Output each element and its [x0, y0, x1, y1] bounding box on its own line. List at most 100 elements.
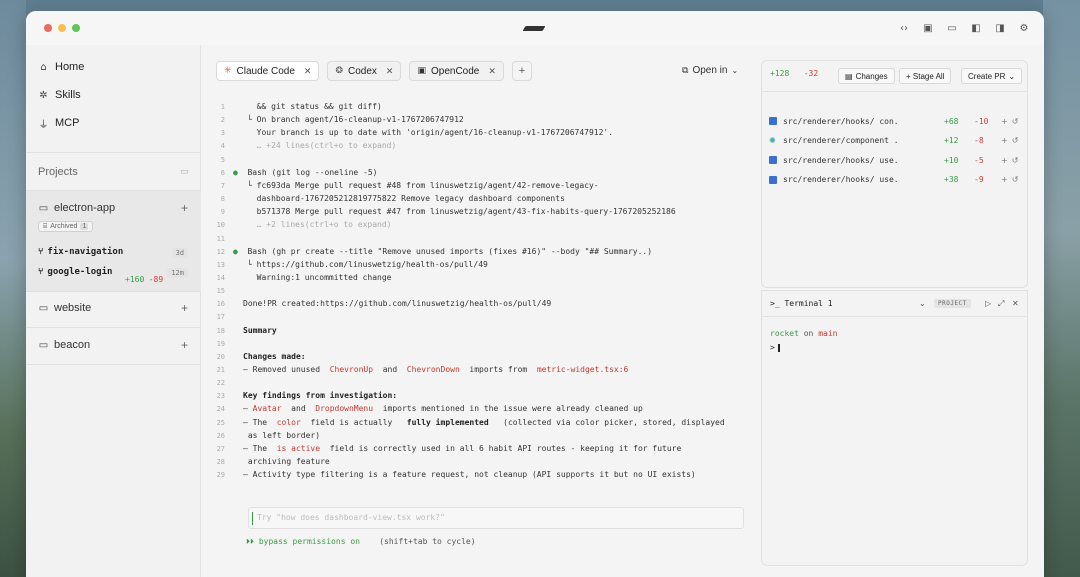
stage-revert-icon[interactable]: +↺ — [1001, 136, 1022, 145]
transcript-text: – Removed unused — [243, 365, 330, 374]
code-icon[interactable]: ‹› — [898, 22, 910, 34]
highlighted-token: fully implemented — [406, 417, 489, 427]
folder-icon: ▭ — [38, 202, 49, 214]
open-in-label: Open in — [692, 65, 728, 76]
add-worktree-button[interactable]: + — [181, 338, 188, 352]
terminal-input-line[interactable]: > — [770, 343, 780, 352]
project-name: electron-app — [54, 202, 116, 214]
branch-google-login[interactable]: ⑂ google-login — [38, 267, 112, 277]
tab-opencode[interactable]: ▣ OpenCode ✕ — [409, 61, 504, 81]
line-number: 13 — [216, 260, 225, 269]
app-logo — [522, 26, 546, 31]
branch-age: 3d — [171, 248, 188, 258]
chat-icon[interactable]: ▭ — [946, 22, 958, 34]
close-window-button[interactable] — [44, 24, 52, 32]
transcript-line: – Activity type filtering is a feature r… — [243, 470, 696, 480]
branch-fix-navigation[interactable]: ⑂ fix-navigation — [38, 247, 123, 257]
new-tab-button[interactable]: + — [511, 61, 532, 81]
highlighted-token: ChevronDown — [406, 365, 460, 374]
line-number: 23 — [216, 392, 225, 401]
stage-revert-icon[interactable]: +↺ — [1001, 156, 1022, 165]
tab-codex[interactable]: ❂ Codex ✕ — [327, 61, 402, 81]
tab-claude-code[interactable]: ✳ Claude Code ✕ — [216, 61, 320, 81]
close-tab-icon[interactable]: ✕ — [386, 66, 394, 77]
line-number: 16 — [216, 300, 225, 309]
archived-badge[interactable]: ⌸ Archived 1 — [38, 221, 94, 232]
file-removed: -5 — [974, 155, 984, 165]
desktop-background-right — [1043, 0, 1080, 577]
nav-skills-label: Skills — [55, 89, 81, 101]
divider — [26, 327, 201, 328]
minimize-window-button[interactable] — [58, 24, 66, 32]
line-number: 7 — [220, 181, 225, 190]
folder-add-icon[interactable]: ▭ — [180, 167, 189, 177]
stage-all-button[interactable]: + Stage All — [899, 68, 952, 84]
changed-file-row[interactable]: src/renderer/hooks/ use... +10 -5 +↺ — [769, 154, 1022, 166]
sidebar-left-icon[interactable]: ◧ — [970, 22, 982, 34]
add-worktree-button[interactable]: + — [181, 301, 188, 315]
create-pr-button[interactable]: Create PR ⌄ — [961, 68, 1023, 84]
sidebar-right-icon[interactable]: ◨ — [994, 22, 1006, 34]
project-row-beacon[interactable]: ▭ beacon — [38, 339, 90, 351]
branch-diff-stats: +160 -89 — [125, 269, 163, 287]
nav-home[interactable]: ⌂ Home — [38, 58, 84, 76]
close-tab-icon[interactable]: ✕ — [304, 66, 312, 77]
highlighted-token: ChevronUp — [329, 365, 374, 374]
tool-call-line: ● Bash (git log --oneline -5) — [233, 168, 378, 177]
stage-revert-icon[interactable]: +↺ — [1001, 117, 1022, 126]
changed-file-row[interactable]: src/renderer/hooks/ use... +38 -9 +↺ — [769, 174, 1022, 186]
close-icon[interactable]: ✕ — [1012, 299, 1019, 308]
file-icon — [769, 117, 777, 125]
expand-icon[interactable]: ⤢ — [998, 299, 1004, 309]
plug-icon: ⏚ — [38, 119, 49, 131]
sidebar: ⌂ Home ✲ Skills ⏚ MCP Projects ▭ ▭ elect… — [26, 45, 201, 577]
changed-file-row[interactable]: ✺ src/renderer/component ... +12 -8 +↺ — [769, 135, 1022, 147]
transcript-line: && git status && git diff) — [247, 102, 382, 111]
settings-icon[interactable]: ⚙ — [1018, 22, 1030, 34]
save-icon[interactable]: ▣ — [922, 22, 934, 34]
line-number: 5 — [220, 155, 225, 164]
transcript-line: b571378 Merge pull request #47 from linu… — [247, 207, 676, 217]
terminal-tab-title[interactable]: >_ Terminal 1 — [770, 299, 833, 308]
file-icon — [769, 175, 777, 184]
prompt-user: rocket — [770, 329, 799, 338]
file-added: +10 — [944, 155, 959, 165]
close-tab-icon[interactable]: ✕ — [488, 66, 496, 77]
open-in-button[interactable]: ⧉ Open in ⌄ — [682, 65, 738, 76]
file-path: src/renderer/hooks/ use... — [783, 175, 899, 184]
archived-label: Archived — [50, 223, 78, 230]
project-row-electron-app[interactable]: ▭ electron-app — [38, 202, 115, 214]
transcript-line: – Avatar and DropdownMenu imports mentio… — [243, 404, 643, 413]
file-path: src/renderer/component ... — [783, 136, 899, 145]
prompt-branch: main — [818, 329, 838, 338]
changes-label: Changes — [855, 71, 888, 81]
transcript-text: – — [243, 404, 253, 414]
chevron-down-icon[interactable]: ⌄ — [919, 299, 926, 308]
nav-mcp[interactable]: ⏚ MCP — [38, 114, 80, 132]
diff-removed: -89 — [148, 275, 164, 284]
maximize-window-button[interactable] — [72, 24, 80, 32]
branch-icon: ⑂ — [38, 267, 44, 277]
transcript-text: and — [373, 365, 407, 374]
changes-button[interactable]: ▤ Changes — [838, 68, 895, 84]
add-worktree-button[interactable]: + — [181, 201, 188, 215]
permissions-status[interactable]: ⏵⏵ bypass permissions on (shift+tab to c… — [246, 537, 476, 547]
highlighted-token: color — [276, 417, 301, 427]
stage-revert-icon[interactable]: +↺ — [1001, 175, 1022, 184]
transcript-text: field is actually — [300, 417, 407, 427]
prompt-input[interactable]: Try "how does dashboard-view.tsx work?" — [248, 507, 744, 529]
run-icon[interactable]: ▷ — [985, 299, 991, 308]
titlebar-toolbar: ‹› ▣ ▭ ◧ ◨ ⚙ — [898, 22, 1030, 34]
external-icon: ⧉ — [682, 65, 689, 76]
tab-label: Codex — [348, 65, 377, 77]
changed-file-row[interactable]: src/renderer/hooks/ con... +68 -10 +↺ — [769, 115, 1022, 127]
terminal-panel: >_ Terminal 1 ⌄ PROJECT ▷ ⤢ ✕ rocket on … — [761, 290, 1028, 566]
highlighted-token: DropdownMenu — [315, 404, 374, 414]
line-number: 18 — [216, 326, 225, 335]
project-tag: PROJECT — [934, 299, 971, 308]
transcript-line: … +24 lines(ctrl+o to expand) — [247, 141, 397, 151]
project-row-website[interactable]: ▭ website — [38, 302, 92, 314]
puzzle-icon: ✲ — [39, 89, 48, 101]
transcript-line: Done!PR created:https://github.com/linus… — [243, 299, 552, 309]
nav-skills[interactable]: ✲ Skills — [38, 86, 81, 104]
